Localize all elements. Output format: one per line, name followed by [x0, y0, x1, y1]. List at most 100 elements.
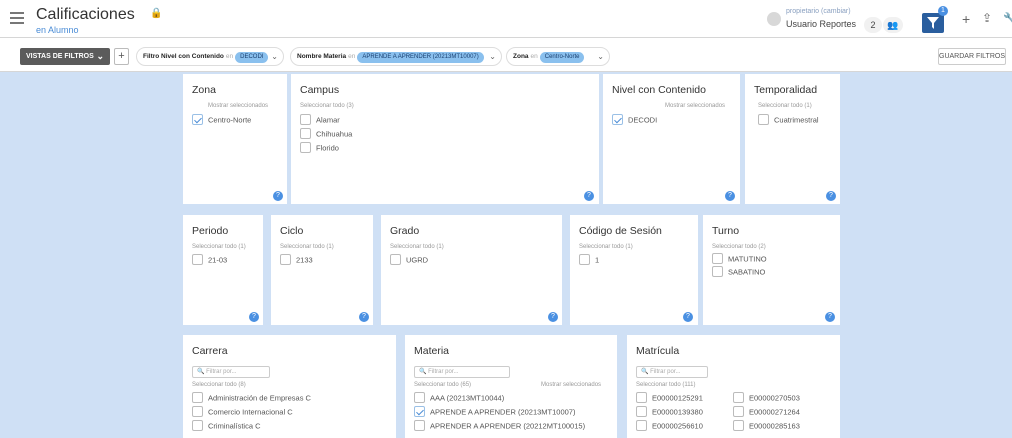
- checkbox[interactable]: [636, 392, 647, 403]
- card-title: Grado: [390, 225, 420, 237]
- matricula-search-input[interactable]: 🔍 Filtrar por...: [636, 366, 708, 378]
- help-icon[interactable]: ?: [273, 191, 283, 201]
- filter-option[interactable]: Centro-Norte: [192, 114, 251, 126]
- people-icon[interactable]: 👥: [883, 17, 903, 33]
- filter-option[interactable]: 1: [579, 254, 599, 266]
- show-selected-link[interactable]: Mostrar seleccionados: [208, 103, 268, 109]
- save-filters-button[interactable]: GUARDAR FILTROS: [938, 48, 1006, 65]
- filter-toggle-button[interactable]: [922, 13, 944, 33]
- help-icon[interactable]: ?: [683, 312, 693, 322]
- menu-icon[interactable]: [10, 12, 24, 24]
- checkbox[interactable]: [280, 254, 291, 265]
- help-icon[interactable]: ?: [548, 312, 558, 322]
- checkbox[interactable]: [300, 128, 311, 139]
- checkbox[interactable]: [300, 114, 311, 125]
- filter-option[interactable]: E00000271264: [733, 406, 800, 418]
- filter-option[interactable]: Comercio Internacional C: [192, 406, 293, 418]
- checkbox[interactable]: [390, 254, 401, 265]
- select-all-link[interactable]: Seleccionar todo (1): [192, 244, 246, 250]
- filter-option[interactable]: Chihuahua: [300, 128, 352, 140]
- checkbox[interactable]: [192, 420, 203, 431]
- filter-chip-nivel[interactable]: Filtro Nivel con Contenido en DECODI ⌄: [136, 47, 284, 66]
- wrench-icon[interactable]: 🔧: [1003, 12, 1012, 25]
- show-selected-link[interactable]: Mostrar seleccionados: [665, 103, 725, 109]
- select-all-link[interactable]: Seleccionar todo (1): [280, 244, 334, 250]
- checkbox[interactable]: [636, 420, 647, 431]
- checkbox-checked[interactable]: [414, 406, 425, 417]
- checkbox[interactable]: [414, 420, 425, 431]
- filter-option[interactable]: E00000285163: [733, 420, 800, 432]
- filter-option[interactable]: APRENDER A APRENDER (20212MT100015): [414, 420, 585, 432]
- checkbox[interactable]: [758, 114, 769, 125]
- checkbox[interactable]: [192, 406, 203, 417]
- select-all-link[interactable]: Seleccionar todo (8): [192, 382, 246, 388]
- select-all-link[interactable]: Seleccionar todo (1): [758, 103, 812, 109]
- select-all-link[interactable]: Seleccionar todo (3): [300, 103, 354, 109]
- chevron-down-icon: ⌄: [489, 52, 496, 61]
- filter-option[interactable]: Alamar: [300, 114, 340, 126]
- select-all-link[interactable]: Seleccionar todo (2): [712, 244, 766, 250]
- select-all-link[interactable]: Seleccionar todo (1): [579, 244, 633, 250]
- help-icon[interactable]: ?: [359, 312, 369, 322]
- filter-card-nivel: Nivel con Contenido Mostrar seleccionado…: [603, 74, 740, 204]
- page-subtitle-link[interactable]: en Alumno: [36, 25, 79, 35]
- help-icon[interactable]: ?: [584, 191, 594, 201]
- filter-card-turno: Turno Seleccionar todo (2) MATUTINO SABA…: [703, 215, 840, 325]
- select-all-link[interactable]: Seleccionar todo (1): [390, 244, 444, 250]
- checkbox[interactable]: [579, 254, 590, 265]
- help-icon[interactable]: ?: [826, 191, 836, 201]
- share-icon[interactable]: ⇪: [982, 11, 992, 25]
- filter-views-button[interactable]: VISTAS DE FILTROS ⌄: [20, 48, 110, 65]
- filter-option[interactable]: Criminalística C: [192, 420, 261, 432]
- owner-change-link[interactable]: propietario (cambiar): [786, 8, 851, 15]
- help-icon[interactable]: ?: [725, 191, 735, 201]
- select-all-link[interactable]: Seleccionar todo (111): [636, 382, 695, 388]
- filter-option[interactable]: UGRD: [390, 254, 429, 266]
- filter-option[interactable]: E00000256610: [636, 420, 703, 432]
- filter-card-temporalidad: Temporalidad Seleccionar todo (1) Cuatri…: [745, 74, 840, 204]
- help-icon[interactable]: ?: [249, 312, 259, 322]
- checkbox[interactable]: [414, 392, 425, 403]
- show-selected-link[interactable]: Mostrar seleccionados: [541, 382, 601, 388]
- filter-option[interactable]: SABATINO: [712, 266, 765, 278]
- card-title: Ciclo: [280, 225, 304, 237]
- user-avatar[interactable]: [767, 12, 781, 26]
- filter-option[interactable]: E00000270503: [733, 392, 800, 404]
- card-title: Nivel con Contenido: [612, 84, 706, 96]
- materia-search-input[interactable]: 🔍 Filtrar por...: [414, 366, 510, 378]
- checkbox-checked[interactable]: [612, 114, 623, 125]
- checkbox[interactable]: [636, 406, 647, 417]
- add-filter-button[interactable]: +: [114, 48, 129, 65]
- filter-option[interactable]: E00000139380: [636, 406, 703, 418]
- option-label: UGRD: [406, 255, 429, 265]
- checkbox[interactable]: [733, 420, 744, 431]
- viewer-count[interactable]: 2: [864, 17, 882, 33]
- filter-option[interactable]: APRENDE A APRENDER (20213MT10007): [414, 406, 575, 418]
- checkbox[interactable]: [300, 142, 311, 153]
- filter-option[interactable]: E00000125291: [636, 392, 703, 404]
- checkbox[interactable]: [192, 392, 203, 403]
- filter-option[interactable]: 21-03: [192, 254, 227, 266]
- filter-option[interactable]: MATUTINO: [712, 253, 767, 265]
- filter-chip-name: Nombre Materia: [297, 53, 347, 60]
- checkbox[interactable]: [192, 254, 203, 265]
- filter-option[interactable]: Florido: [300, 142, 339, 154]
- help-icon[interactable]: ?: [825, 312, 835, 322]
- checkbox-checked[interactable]: [192, 114, 203, 125]
- add-icon[interactable]: +: [962, 11, 970, 27]
- filter-option[interactable]: AAA (20213MT10044): [414, 392, 504, 404]
- checkbox[interactable]: [733, 406, 744, 417]
- carrera-search-input[interactable]: 🔍 Filtrar por...: [192, 366, 270, 378]
- filter-option[interactable]: 2133: [280, 254, 313, 266]
- filter-chip-zona[interactable]: Zona en Centro-Norte ⌄: [506, 47, 610, 66]
- filter-option[interactable]: Cuatrimestral: [758, 114, 819, 126]
- checkbox[interactable]: [712, 253, 723, 264]
- filter-chip-value: Centro-Norte: [539, 52, 585, 63]
- select-all-link[interactable]: Seleccionar todo (65): [414, 382, 471, 388]
- checkbox[interactable]: [712, 266, 723, 277]
- filter-chip-materia[interactable]: Nombre Materia en APRENDE A APRENDER (2021…: [290, 47, 502, 66]
- filter-option[interactable]: Administración de Empresas C: [192, 392, 311, 404]
- filter-option[interactable]: DECODI: [612, 114, 657, 126]
- filter-card-codigo-sesion: Código de Sesión Seleccionar todo (1) 1 …: [570, 215, 698, 325]
- checkbox[interactable]: [733, 392, 744, 403]
